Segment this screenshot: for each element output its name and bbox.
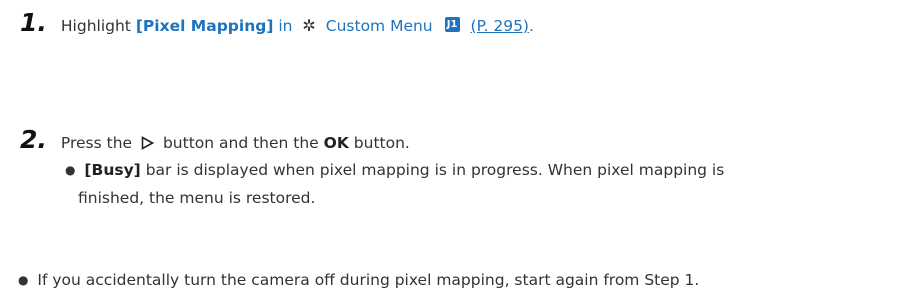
note-text: If you accidentally turn the camera off … [37,271,700,289]
gear-icon: ✲ [302,16,316,35]
highlight-word: Highlight [60,17,131,35]
press-text: Press the [60,134,133,152]
step-1: 1. Highlight [Pixel Mapping] in ✲ Custom… [20,8,534,37]
step-1-text: Highlight [Pixel Mapping] in ✲ Custom Me… [61,16,534,35]
step-2-bullet: ● [Busy] bar is displayed when pixel map… [65,157,724,212]
step-number: 1. [20,8,47,37]
period: . [528,17,534,35]
right-triangle-icon [141,135,155,150]
bullet-line-1: ● [Busy] bar is displayed when pixel map… [65,157,724,185]
step-number: 2. [20,125,47,154]
in-word: in [278,17,293,35]
ok-button-label: OK [323,134,349,152]
bullet-icon: ● [18,273,29,287]
page-reference-link[interactable]: (P. 295) [471,17,529,35]
step-2: 2. Press the button and then the OK butt… [20,125,410,154]
button-then-text: button and then the [162,134,319,152]
step-2-text: Press the button and then the OK button. [61,134,410,152]
pixel-mapping-item[interactable]: [Pixel Mapping] [136,17,274,35]
bullet-icon: ● [65,163,76,177]
custom-menu-link[interactable]: Custom Menu [326,17,433,35]
bullet-line-1-text: bar is displayed when pixel mapping is i… [145,161,725,179]
bullet-line-2: finished, the menu is restored. [78,189,316,207]
busy-label: [Busy] [84,161,141,179]
j1-badge-icon: J1 [444,17,460,32]
button-end-text: button. [353,134,410,152]
note: ● If you accidentally turn the camera of… [18,267,699,295]
